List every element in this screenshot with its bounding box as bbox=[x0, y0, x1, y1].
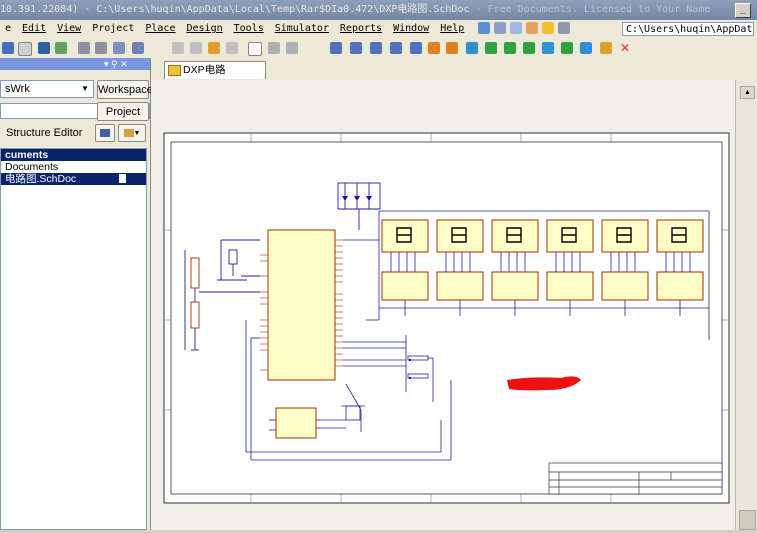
menu-view[interactable]: View bbox=[52, 20, 87, 38]
path-input[interactable]: C:\Users\huqin\AppData\ bbox=[622, 22, 754, 36]
scrollbar-thumb[interactable] bbox=[739, 510, 756, 530]
document-tab-bar: DXP电路图.SchDoc bbox=[151, 58, 757, 92]
open-icon[interactable] bbox=[18, 42, 32, 56]
tree-header[interactable]: cuments bbox=[1, 149, 146, 161]
power-port-icon[interactable] bbox=[410, 42, 422, 54]
toolbar: ✕ bbox=[0, 38, 757, 59]
folder-icon bbox=[123, 129, 134, 137]
projects-panel: ▾ ⚲ ✕ sWrk ▼ Workspace Project Structure… bbox=[0, 58, 153, 530]
tree-item-schdoc[interactable]: 电路图.SchDoc bbox=[1, 173, 146, 185]
wire-icon[interactable] bbox=[330, 42, 342, 54]
menu-tools[interactable]: Tools bbox=[229, 20, 270, 38]
sheet-border bbox=[163, 132, 730, 504]
workspace-button[interactable]: Workspace bbox=[97, 80, 153, 99]
compile-button[interactable] bbox=[95, 124, 115, 142]
panel-header-controls[interactable]: ▾ ⚲ ✕ bbox=[104, 58, 128, 70]
menu-help[interactable]: Help bbox=[435, 20, 470, 38]
menu-edit[interactable]: Edit bbox=[17, 20, 52, 38]
align-icon[interactable] bbox=[494, 22, 507, 34]
rectangle-select-icon[interactable] bbox=[248, 42, 262, 56]
dropdown-arrow-icon: ▼ bbox=[133, 130, 141, 137]
sheet-entry-icon[interactable] bbox=[504, 42, 516, 54]
workspace-combo[interactable]: sWrk ▼ bbox=[0, 80, 94, 98]
structure-editor-row: Structure Editor ▼ bbox=[0, 122, 150, 144]
menu-design[interactable]: Design bbox=[181, 20, 228, 38]
paste-icon[interactable] bbox=[208, 42, 220, 54]
bus-icon[interactable] bbox=[350, 42, 362, 54]
chevron-down-icon[interactable]: ▼ bbox=[79, 82, 91, 96]
zoom-icon[interactable] bbox=[55, 42, 67, 54]
sheet-symbol-icon[interactable] bbox=[485, 42, 497, 54]
close-x-icon[interactable]: ✕ bbox=[620, 42, 632, 54]
menu-reports[interactable]: Reports bbox=[335, 20, 388, 38]
eeprom-chip bbox=[275, 407, 317, 439]
mcu-chip bbox=[267, 229, 336, 381]
tab-schdoc[interactable]: DXP电路图.SchDoc bbox=[164, 61, 266, 92]
rubber-stamp-icon[interactable] bbox=[226, 42, 238, 54]
schematic-drawing bbox=[163, 132, 730, 504]
menu-window[interactable]: Window bbox=[388, 20, 435, 38]
tree-item-documents[interactable]: Documents bbox=[1, 161, 146, 173]
copy-icon[interactable] bbox=[190, 42, 202, 54]
document-icon bbox=[119, 174, 126, 183]
diamond-icon[interactable] bbox=[542, 22, 555, 34]
chart-icon[interactable] bbox=[478, 22, 491, 34]
window-title: 10.391.22084) - C:\Users\huqin\AppData\L… bbox=[0, 4, 470, 15]
vcc-icon[interactable] bbox=[446, 42, 458, 54]
print-icon[interactable] bbox=[38, 42, 50, 54]
move-cross-icon[interactable] bbox=[268, 42, 280, 54]
grid-icon[interactable] bbox=[558, 22, 571, 34]
directive-icon[interactable] bbox=[561, 42, 573, 54]
undo-icon[interactable] bbox=[132, 42, 144, 54]
menu-simulator[interactable]: Simulator bbox=[270, 20, 335, 38]
window-title-bar: 10.391.22084) - C:\Users\huqin\AppData\L… bbox=[0, 0, 757, 20]
menu-project[interactable]: Project bbox=[87, 20, 140, 38]
menu-place[interactable]: Place bbox=[140, 20, 181, 38]
save-icon[interactable] bbox=[2, 42, 14, 54]
move-icon[interactable] bbox=[95, 42, 107, 54]
title-block bbox=[548, 462, 723, 495]
deselect-icon[interactable] bbox=[286, 42, 298, 54]
workspace-combo-value: sWrk bbox=[5, 83, 30, 95]
off-sheet-icon[interactable] bbox=[542, 42, 554, 54]
project-options-button[interactable]: ▼ bbox=[118, 124, 146, 142]
cut-icon[interactable] bbox=[172, 42, 184, 54]
eraser-icon[interactable] bbox=[600, 42, 612, 54]
vertical-scrollbar[interactable]: ▲ bbox=[735, 80, 757, 530]
compile-icon bbox=[100, 129, 110, 137]
schematic-canvas[interactable] bbox=[151, 80, 735, 530]
net-label-icon[interactable] bbox=[390, 42, 402, 54]
schematic-file-icon bbox=[168, 65, 181, 76]
bus-entry-icon[interactable] bbox=[370, 42, 382, 54]
minimize-button[interactable]: _ bbox=[735, 3, 751, 18]
no-erc-icon[interactable] bbox=[580, 42, 592, 54]
menu-file[interactable]: e bbox=[0, 20, 17, 38]
cross-icon[interactable] bbox=[113, 42, 125, 54]
project-tree[interactable]: cuments Documents 电路图.SchDoc bbox=[0, 148, 147, 530]
select-icon[interactable] bbox=[78, 42, 90, 54]
gnd-icon[interactable] bbox=[428, 42, 440, 54]
part-icon[interactable] bbox=[466, 42, 478, 54]
panel-header: ▾ ⚲ ✕ bbox=[0, 58, 150, 70]
window-title-suffix: - Free Documents. Licensed to Your Name bbox=[469, 4, 711, 15]
ground-icon[interactable] bbox=[510, 22, 523, 34]
tree-item-schdoc-label: 电路图.SchDoc bbox=[5, 173, 77, 185]
structure-editor-label[interactable]: Structure Editor bbox=[6, 127, 82, 139]
probe-icon[interactable] bbox=[526, 22, 539, 34]
scroll-up-icon[interactable]: ▲ bbox=[740, 86, 755, 99]
project-button[interactable]: Project bbox=[97, 102, 149, 121]
port-icon[interactable] bbox=[523, 42, 535, 54]
